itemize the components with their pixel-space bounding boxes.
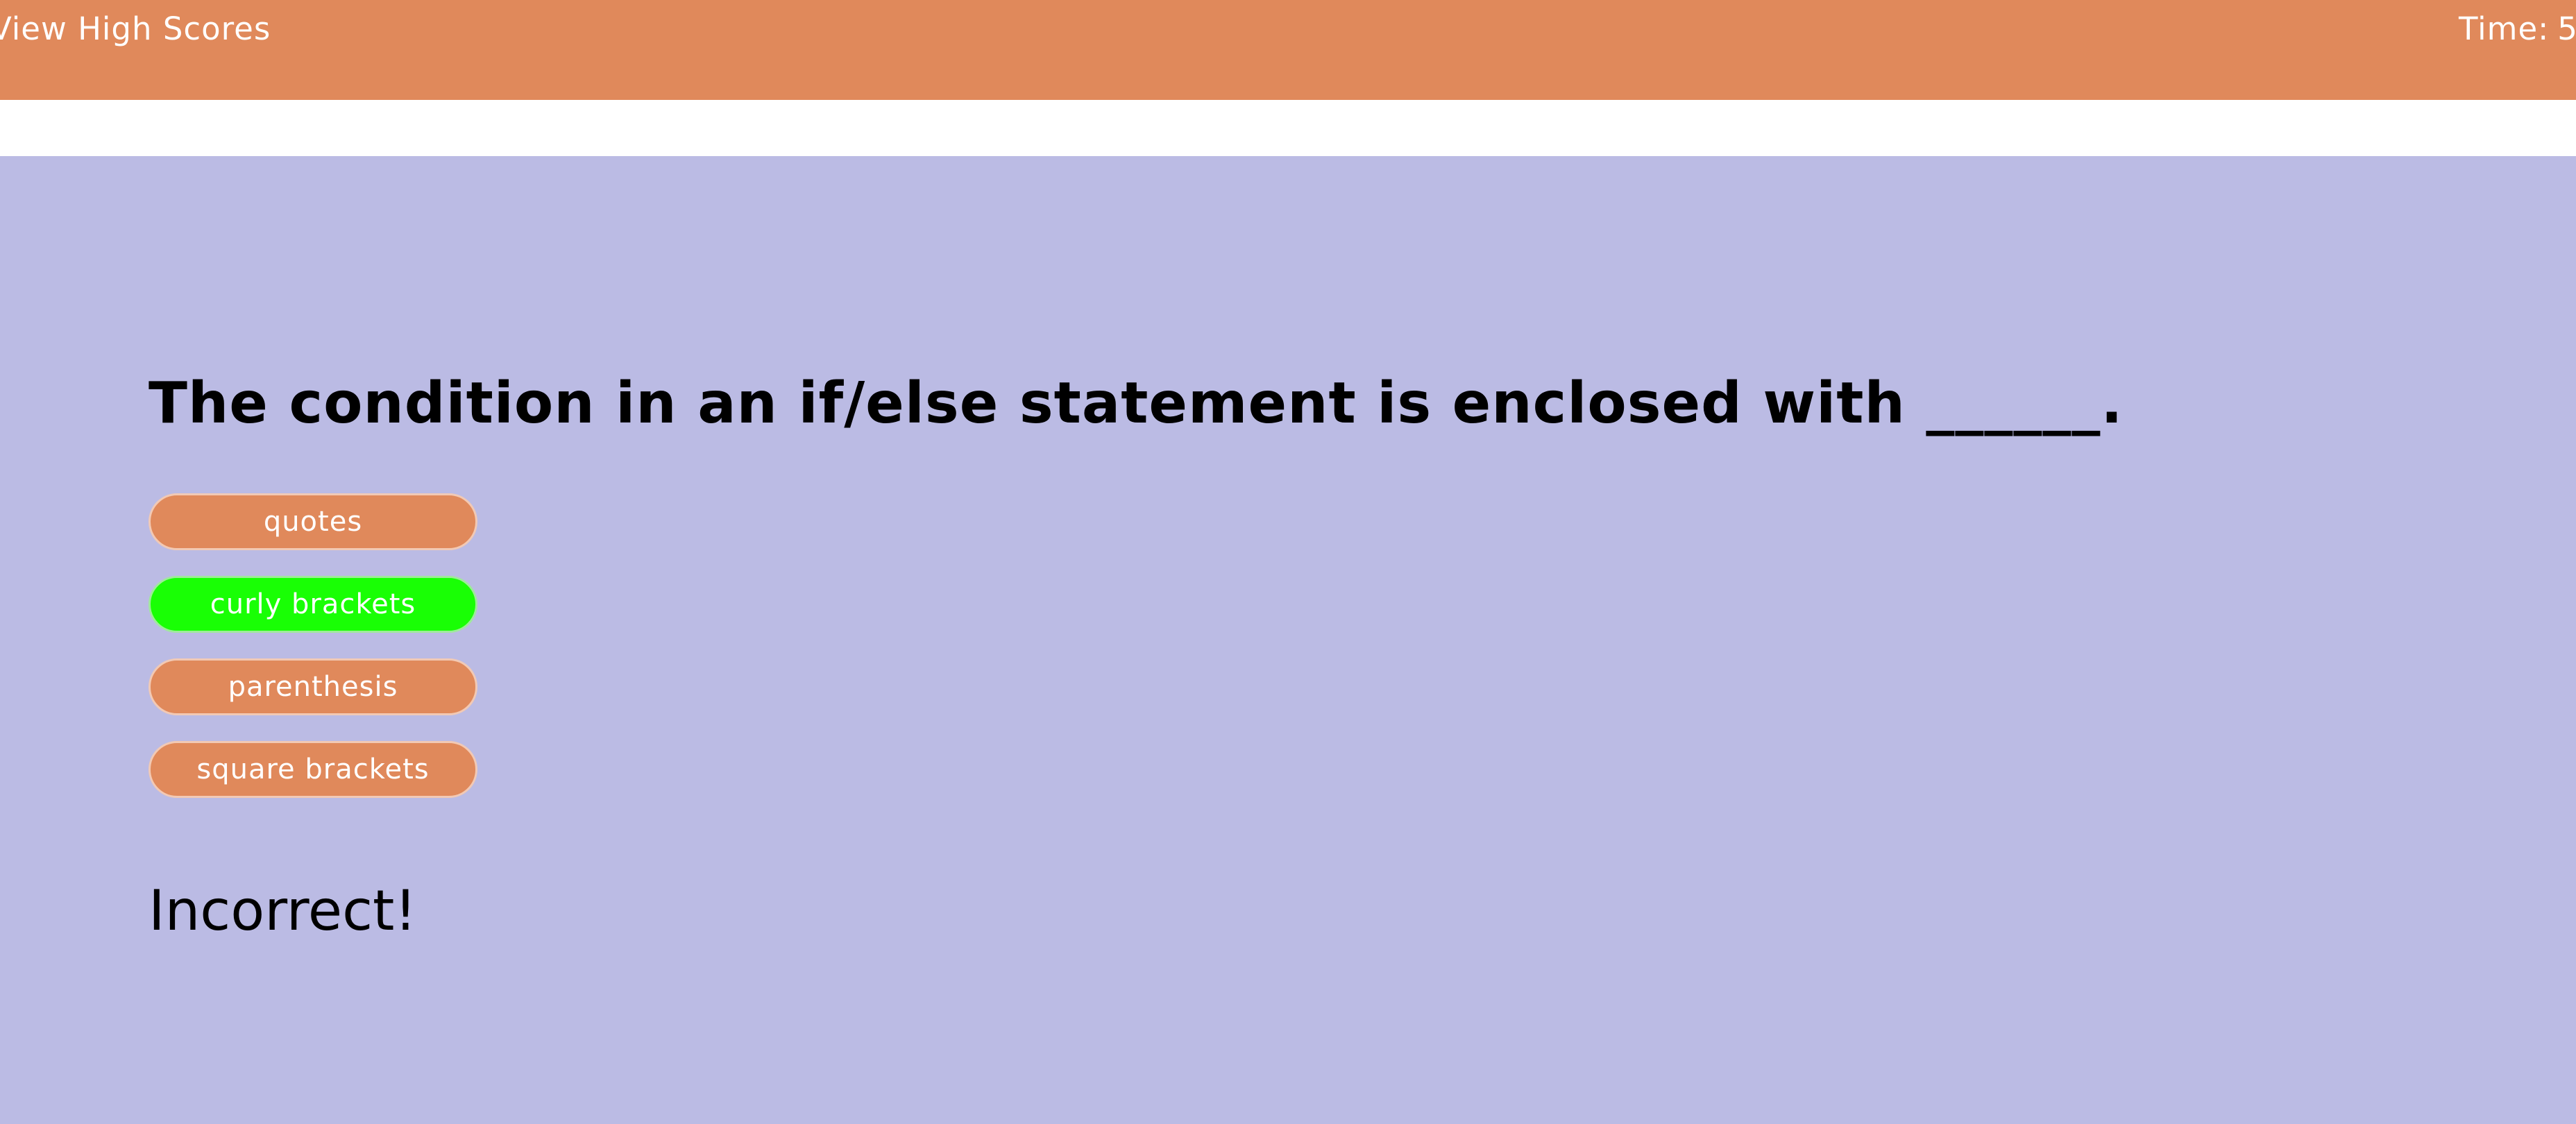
answer-button-parenthesis[interactable]: parenthesis — [149, 658, 477, 715]
timer-value: 52 — [2557, 10, 2576, 47]
timer: Time:52 — [2459, 10, 2576, 49]
answer-feedback: Incorrect! — [149, 878, 417, 943]
answer-button-curly-brackets[interactable]: curly brackets — [149, 576, 477, 633]
top-header: View High Scores Time:52 — [0, 0, 2576, 100]
quiz-page: View High Scores Time:52 The condition i… — [0, 0, 2576, 1124]
header-spacer-band — [0, 100, 2576, 156]
answer-button-quotes[interactable]: quotes — [149, 493, 477, 550]
view-high-scores-link[interactable]: View High Scores — [0, 10, 271, 49]
answer-list: quotes curly brackets parenthesis square… — [149, 493, 477, 824]
question-text: The condition in an if/else statement is… — [149, 371, 2124, 436]
answer-button-square-brackets[interactable]: square brackets — [149, 741, 477, 798]
timer-label: Time: — [2459, 10, 2550, 47]
